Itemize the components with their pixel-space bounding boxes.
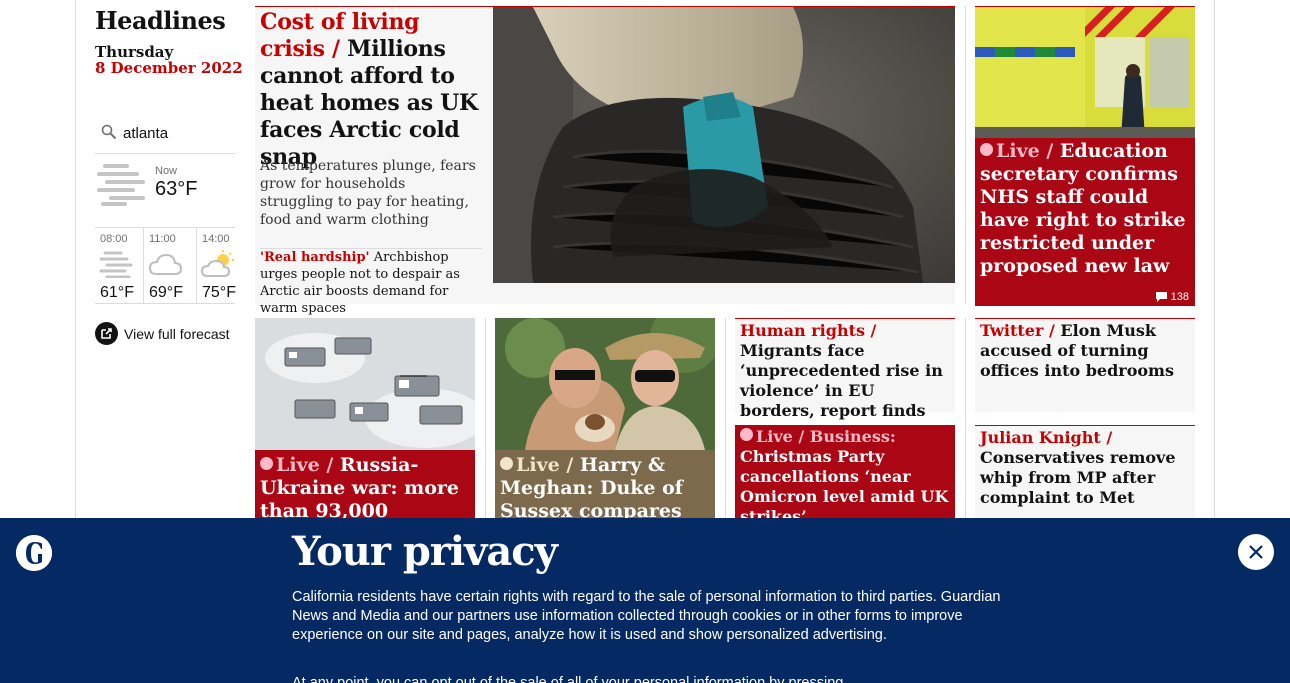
forecast-temp: 75°F: [202, 284, 236, 301]
forecast-temp: 69°F: [149, 284, 183, 301]
business-headline: Christmas Party cancellations ‘near Omic…: [740, 447, 949, 526]
column-divider: [965, 6, 966, 304]
privacy-text: California residents have certain rights…: [292, 589, 1001, 643]
live-indicator-icon: [260, 457, 273, 470]
live-label: Live: [516, 454, 560, 476]
knight-headline: Conservatives remove whip from MP after …: [980, 448, 1176, 507]
partly-sunny-icon: [201, 250, 234, 277]
column-divider: [725, 318, 726, 518]
full-forecast-link[interactable]: View full forecast: [95, 322, 230, 345]
cloud-icon: [148, 253, 182, 275]
comment-count-value: 138: [1170, 291, 1189, 303]
migrants-headline: Migrants face ‘unprecedented rise in vio…: [740, 341, 943, 420]
privacy-banner: Your privacy California residents have c…: [0, 518, 1290, 683]
close-icon: [1249, 545, 1263, 559]
forecast-time: 08:00: [100, 233, 128, 245]
column-divider: [965, 318, 966, 518]
twitter-kicker: Twitter /: [980, 321, 1055, 340]
migrants-kicker: Human rights /: [740, 321, 877, 340]
nhs-headline[interactable]: Live / Education secretary confirms NHS …: [980, 140, 1190, 278]
knight-kicker: Julian Knight /: [980, 428, 1113, 447]
full-forecast-label: View full forecast: [124, 325, 230, 342]
section-title: Headlines: [95, 6, 226, 35]
hero-standfirst: As temperatures plunge, fears grow for h…: [260, 158, 476, 228]
forecast-item: 11:00 69°F: [143, 228, 196, 304]
ambulance-image: [975, 7, 1195, 138]
fog-icon: [97, 164, 145, 206]
fog-icon: [99, 251, 133, 278]
live-indicator-icon: [740, 428, 753, 441]
privacy-text-continued: At any point, you can opt out of the sal…: [292, 675, 844, 683]
forecast-temp: 61°F: [100, 284, 134, 301]
external-link-icon: [95, 322, 118, 345]
business-live-story[interactable]: Live / Business: Christmas Party cancell…: [735, 425, 955, 526]
forecast-time: 11:00: [149, 233, 176, 245]
julian-knight-story[interactable]: Julian Knight / Conservatives remove whi…: [975, 425, 1195, 518]
now-label: Now: [155, 165, 178, 177]
hero-headline[interactable]: Cost of living crisis / Millions cannot …: [260, 9, 485, 171]
location-input[interactable]: atlanta: [123, 125, 168, 142]
forecast-item: 08:00 61°F: [95, 228, 143, 304]
hero-image[interactable]: [493, 7, 955, 283]
harry-meghan-image: [495, 318, 715, 450]
business-kicker: / Business:: [798, 427, 896, 446]
now-temperature: 63°F: [155, 178, 198, 200]
live-slash: /: [566, 454, 574, 476]
sublink-kicker: 'Real hardship': [260, 250, 370, 265]
forecast-item: 14:00 75°F: [196, 228, 236, 304]
live-label: Live: [276, 454, 320, 476]
live-label: Live: [996, 140, 1040, 162]
guardian-logo-icon: [16, 535, 52, 571]
hero-sublink[interactable]: 'Real hardship' Archbishop urges people …: [260, 248, 482, 317]
twitter-story[interactable]: Twitter / Elon Musk accused of turning o…: [975, 318, 1195, 412]
comment-icon: [1155, 292, 1167, 302]
live-slash: /: [1046, 140, 1054, 162]
date: 8 December 2022: [95, 59, 243, 77]
live-indicator-icon: [980, 143, 993, 156]
live-slash: /: [326, 454, 334, 476]
weather-now: Now 63°F: [95, 158, 235, 228]
column-divider: [485, 318, 486, 518]
close-privacy-button[interactable]: [1238, 534, 1274, 570]
live-indicator-icon: [500, 457, 513, 470]
comment-count[interactable]: 138: [1155, 291, 1189, 303]
tanks-image: [255, 318, 475, 450]
live-label: Live: [756, 427, 793, 446]
nhs-live-story[interactable]: Live / Education secretary confirms NHS …: [975, 6, 1195, 306]
hourly-forecast: 08:00 61°F 11:00 69°F 14:00 75°F: [95, 228, 236, 304]
hero-story[interactable]: Cost of living crisis / Millions cannot …: [255, 6, 955, 316]
privacy-title: Your privacy: [292, 528, 558, 575]
migrants-story[interactable]: Human rights / Migrants face ‘unpreceden…: [735, 318, 955, 420]
search-icon: [101, 124, 117, 140]
forecast-time: 14:00: [202, 233, 230, 245]
weather-location-search[interactable]: atlanta: [95, 118, 235, 154]
